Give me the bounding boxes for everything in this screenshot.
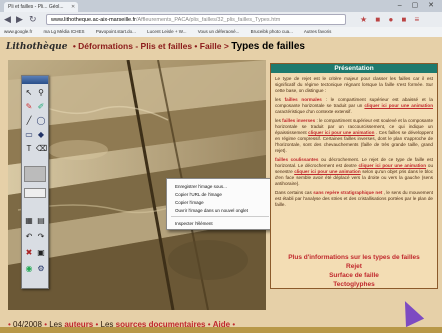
term-stratigraphic: sans repère stratigraphique net — [313, 190, 383, 195]
page-content: Lithothèque • Déformations - Plis et fai… — [0, 37, 442, 333]
panel-normal-faults: les failles normales : le compartiment s… — [275, 97, 433, 114]
zoom-icon[interactable]: ⚲ — [36, 88, 46, 98]
bookmark-item[interactable]: Vous un déferaoné... — [198, 29, 240, 34]
breadcrumb-deformations[interactable]: Déformations — [78, 41, 133, 51]
shape-icon[interactable]: ◆ — [36, 130, 46, 140]
color-swatch[interactable] — [24, 166, 46, 182]
panel-intro: Le type de rejet est le critère majeur p… — [275, 76, 433, 93]
window-controls[interactable]: – ▢ ✕ — [398, 1, 438, 9]
address-bar[interactable]: www.lithotheque.ac-aix-marseille.fr/Affl… — [46, 14, 346, 25]
camera-icon[interactable]: ◉ — [24, 264, 34, 274]
link-surface[interactable]: Surface de faille — [271, 272, 437, 279]
context-menu: Enregistrer l'image sous... Copier l'URL… — [166, 178, 274, 230]
pen-icon[interactable]: ✎ — [24, 102, 34, 112]
extension-icons[interactable]: ★ ■ ● ■ ≡ — [360, 15, 422, 24]
bookmark-item[interactable]: ma Lg Média ICHES — [44, 29, 85, 34]
ellipse-icon[interactable]: ◯ — [36, 116, 46, 126]
animation-link[interactable]: cliquer ici pour une animation — [358, 163, 426, 168]
panel-links: Plus d'informations sur les types de fai… — [271, 252, 437, 290]
animation-link[interactable]: cliquer ici pour une animation — [308, 130, 374, 135]
menu-copy-url[interactable]: Copier l'URL de l'image — [167, 190, 273, 198]
url-path: /Affleurements_PACA/plis_failles/32_plis… — [135, 17, 281, 23]
breadcrumb: Lithothèque • Déformations - Plis et fai… — [6, 41, 305, 52]
eraser-icon[interactable]: ⌫ — [36, 144, 47, 154]
bookmarks-bar: www.google.fr ma Lg Média ICHES Pavopoin… — [0, 27, 442, 37]
reload-icon[interactable]: ↻ — [29, 14, 37, 24]
panel-strike-slip: failles coulissantes ou décrochement. Le… — [275, 157, 434, 186]
animation-link[interactable]: cliquer ici pour une animation — [294, 169, 360, 174]
text-icon[interactable]: T — [24, 144, 34, 154]
breadcrumb-faille[interactable]: Faille — [200, 41, 222, 51]
palette-titlebar[interactable] — [22, 76, 48, 84]
panel-striations: Dans certains cas sans repère stratigrap… — [275, 190, 434, 207]
delete-icon[interactable]: ✖ — [24, 248, 34, 258]
undo-icon[interactable]: ↶ — [24, 232, 34, 242]
tab-bar: Pli et failles - Pli... Géol... ✕ – ▢ ✕ — [0, 0, 442, 12]
page-title: Types de failles — [231, 41, 305, 52]
save-icon[interactable]: ▣ — [36, 248, 46, 258]
back-icon[interactable]: ◀ — [4, 14, 11, 24]
presentation-panel: Présentation Le type de rejet est le cri… — [270, 63, 438, 289]
menu-save-image[interactable]: Enregistrer l'image sous... — [167, 182, 273, 190]
term-normal: failles normales — [284, 97, 322, 102]
animation-link[interactable]: cliquer ici pour une animation — [364, 103, 433, 108]
layers-icon[interactable]: ▤ — [36, 216, 46, 226]
select-arrow-icon[interactable]: ↖ — [24, 88, 34, 98]
rectangle-icon[interactable]: ▭ — [24, 130, 34, 140]
breadcrumb-plis-failles[interactable]: Plis et failles — [141, 41, 193, 51]
panel-title: Présentation — [271, 64, 437, 73]
close-icon[interactable]: ✕ — [71, 4, 75, 10]
term-strike-slip: failles coulissantes — [275, 157, 319, 162]
link-tectoglyphes[interactable]: Tectoglyphes — [271, 281, 437, 288]
menu-divider — [171, 216, 269, 217]
panel-reverse-faults: les failles inverses : le compartiment s… — [275, 118, 433, 153]
bookmark-item[interactable]: www.google.fr — [4, 29, 32, 34]
menu-copy-image[interactable]: Copier l'image — [167, 198, 273, 206]
bottom-edge — [0, 327, 442, 333]
site-logo[interactable]: Lithothèque — [6, 42, 67, 52]
redo-icon[interactable]: ↷ — [36, 232, 46, 242]
forward-icon[interactable]: ▶ — [16, 14, 23, 24]
link-more-info[interactable]: Plus d'informations sur les types de fai… — [271, 254, 437, 261]
bookmark-item[interactable]: Lucent Leisle + W... — [147, 29, 186, 34]
line-icon[interactable]: ╱ — [24, 116, 34, 126]
tab-title: Pli et failles - Pli... Géol... — [8, 4, 64, 10]
bookmark-item[interactable]: Bruceibk photo cua... — [251, 29, 293, 34]
width-selector[interactable] — [24, 188, 46, 198]
nav-bar: ◀ ▶ ↻ www.lithotheque.ac-aix-marseille.f… — [0, 12, 442, 27]
bookmark-item[interactable]: Autres favoris — [304, 29, 332, 34]
link-rejet[interactable]: Rejet — [271, 263, 437, 270]
menu-inspect[interactable]: Inspecter l'élément — [167, 219, 273, 227]
tool-palette: ↖ ⚲ ✎ ✐ ╱ ◯ ▭ ◆ T ⌫ ▦ ▤ ↶ ↷ ✖ ▣ ◉ ⚙ — [21, 75, 49, 289]
bookmark-item[interactable]: Pavopoint.start.do... — [96, 29, 136, 34]
url-domain: www.lithotheque.ac-aix-marseille.fr — [51, 17, 136, 23]
grid-icon[interactable]: ▦ — [24, 216, 34, 226]
browser-tab[interactable]: Pli et failles - Pli... Géol... ✕ — [4, 2, 78, 12]
marker-icon[interactable]: ✐ — [36, 102, 46, 112]
term-reverse: failles inverses — [282, 118, 316, 123]
menu-open-tab[interactable]: Ouvrir l'image dans un nouvel onglet — [167, 206, 273, 214]
panel-body: Le type de rejet est le critère majeur p… — [271, 73, 437, 214]
settings-icon[interactable]: ⚙ — [36, 264, 46, 274]
